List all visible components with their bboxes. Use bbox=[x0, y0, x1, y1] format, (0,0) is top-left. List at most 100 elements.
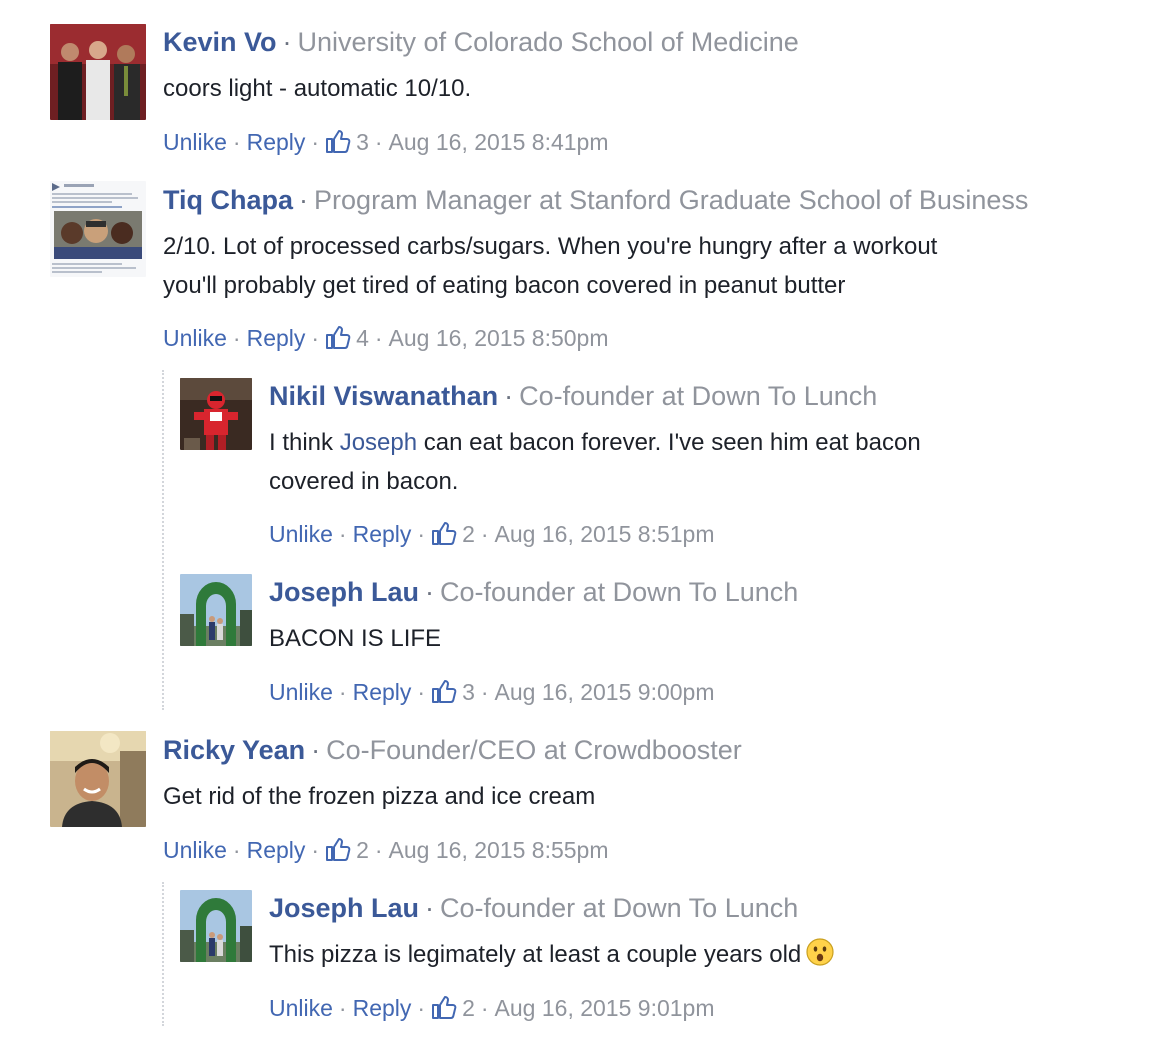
author-name[interactable]: Nikil Viswanathan bbox=[269, 381, 498, 411]
reply-actions: Unlike · Reply · 3 · Aug 16, 2015 9:00pm bbox=[269, 677, 715, 707]
separator-dot: · bbox=[232, 129, 241, 155]
comment-actions: Unlike · Reply · 4 · Aug 16, 2015 8:50pm bbox=[163, 323, 609, 353]
reply-link[interactable]: Reply bbox=[353, 995, 412, 1021]
avatar[interactable] bbox=[180, 890, 252, 962]
comment-header: Tiq Chapa · Program Manager at Stanford Gr… bbox=[163, 184, 1028, 216]
reply-text: I think Joseph can eat bacon forever. I'… bbox=[269, 423, 921, 501]
separator-dot: · bbox=[232, 325, 241, 351]
thumbs-up-icon[interactable] bbox=[325, 324, 351, 350]
avatar[interactable] bbox=[50, 731, 146, 827]
separator-dot: · bbox=[311, 325, 320, 351]
author-name[interactable]: Joseph Lau bbox=[269, 893, 419, 923]
reply-text-line: This pizza is legimately at least a coup… bbox=[269, 941, 802, 968]
comment-text-line: Get rid of the frozen pizza and ice crea… bbox=[163, 783, 596, 810]
author-title: Program Manager at Stanford Graduate Sch… bbox=[314, 185, 1029, 215]
surprised-face-emoji bbox=[806, 938, 834, 966]
author-title: Co-Founder/CEO at Crowdbooster bbox=[326, 735, 742, 765]
timestamp-link[interactable]: Aug 16, 2015 8:55pm bbox=[389, 837, 609, 863]
separator-dot: · bbox=[425, 893, 435, 923]
separator-dot: · bbox=[425, 577, 435, 607]
separator-dot: · bbox=[480, 679, 489, 705]
like-count: 3 bbox=[356, 129, 369, 155]
separator-dot: · bbox=[504, 381, 514, 411]
separator-dot: · bbox=[480, 995, 489, 1021]
separator-dot: · bbox=[299, 185, 309, 215]
comment-actions: Unlike · Reply · 3 · Aug 16, 2015 8:41pm bbox=[163, 127, 609, 157]
author-title: Co-founder at Down To Lunch bbox=[440, 893, 799, 923]
unlike-link[interactable]: Unlike bbox=[163, 837, 227, 863]
reply-text: This pizza is legimately at least a coup… bbox=[269, 935, 835, 974]
author-title: Co-founder at Down To Lunch bbox=[519, 381, 878, 411]
reply-thread-line bbox=[162, 370, 164, 710]
avatar[interactable] bbox=[50, 181, 146, 277]
timestamp-link[interactable]: Aug 16, 2015 9:00pm bbox=[495, 679, 715, 705]
separator-dot: · bbox=[282, 27, 292, 57]
reply-actions: Unlike · Reply · 2 · Aug 16, 2015 9:01pm bbox=[269, 993, 715, 1023]
reply-link[interactable]: Reply bbox=[247, 129, 306, 155]
separator-dot: · bbox=[232, 837, 241, 863]
timestamp-link[interactable]: Aug 16, 2015 9:01pm bbox=[495, 995, 715, 1021]
comment-header: Kevin Vo · University of Colorado School o… bbox=[163, 26, 799, 58]
thumbs-up-icon[interactable] bbox=[431, 678, 457, 704]
reply-header: Nikil Viswanathan · Co-founder at Down To … bbox=[269, 380, 877, 412]
reply-link[interactable]: Reply bbox=[247, 837, 306, 863]
separator-dot: · bbox=[417, 995, 426, 1021]
reply-link[interactable]: Reply bbox=[353, 521, 412, 547]
text-fragment: I think bbox=[269, 429, 340, 456]
mention-link[interactable]: Joseph bbox=[340, 429, 417, 456]
reply-link[interactable]: Reply bbox=[353, 679, 412, 705]
avatar[interactable] bbox=[180, 574, 252, 646]
author-name[interactable]: Ricky Yean bbox=[163, 735, 305, 765]
separator-dot: · bbox=[417, 521, 426, 547]
reply-header: Joseph Lau · Co-founder at Down To Lunch bbox=[269, 892, 798, 924]
unlike-link[interactable]: Unlike bbox=[269, 679, 333, 705]
like-count: 3 bbox=[462, 679, 475, 705]
comment-text: 2/10. Lot of processed carbs/sugars. Whe… bbox=[163, 227, 937, 305]
comment-text-line: you'll probably get tired of eating baco… bbox=[163, 272, 846, 299]
comment-text-line: coors light - automatic 10/10. bbox=[163, 75, 472, 102]
text-fragment: can eat bacon forever. I've seen him eat… bbox=[417, 429, 921, 456]
comment-text: Get rid of the frozen pizza and ice crea… bbox=[163, 777, 595, 816]
separator-dot: · bbox=[374, 325, 383, 351]
separator-dot: · bbox=[311, 837, 320, 863]
reply-link[interactable]: Reply bbox=[247, 325, 306, 351]
separator-dot: · bbox=[311, 129, 320, 155]
separator-dot: · bbox=[480, 521, 489, 547]
comment-text-line: 2/10. Lot of processed carbs/sugars. Whe… bbox=[163, 233, 938, 260]
thumbs-up-icon[interactable] bbox=[431, 994, 457, 1020]
separator-dot: · bbox=[374, 837, 383, 863]
avatar[interactable] bbox=[50, 24, 146, 120]
thumbs-up-icon[interactable] bbox=[431, 520, 457, 546]
timestamp-link[interactable]: Aug 16, 2015 8:41pm bbox=[389, 129, 609, 155]
author-name[interactable]: Kevin Vo bbox=[163, 27, 277, 57]
separator-dot: · bbox=[374, 129, 383, 155]
like-count: 2 bbox=[462, 521, 475, 547]
comment-text: coors light - automatic 10/10. bbox=[163, 69, 471, 108]
like-count: 2 bbox=[462, 995, 475, 1021]
author-name[interactable]: Joseph Lau bbox=[269, 577, 419, 607]
separator-dot: · bbox=[338, 995, 347, 1021]
reply-actions: Unlike · Reply · 2 · Aug 16, 2015 8:51pm bbox=[269, 519, 715, 549]
separator-dot: · bbox=[338, 679, 347, 705]
like-count: 4 bbox=[356, 325, 369, 351]
unlike-link[interactable]: Unlike bbox=[163, 129, 227, 155]
separator-dot: · bbox=[338, 521, 347, 547]
reply-header: Joseph Lau · Co-founder at Down To Lunch bbox=[269, 576, 798, 608]
author-title: Co-founder at Down To Lunch bbox=[440, 577, 799, 607]
separator-dot: · bbox=[417, 679, 426, 705]
comment-header: Ricky Yean · Co-Founder/CEO at Crowdbooste… bbox=[163, 734, 742, 766]
author-name[interactable]: Tiq Chapa bbox=[163, 185, 293, 215]
unlike-link[interactable]: Unlike bbox=[269, 521, 333, 547]
timestamp-link[interactable]: Aug 16, 2015 8:51pm bbox=[495, 521, 715, 547]
comment-thread: Kevin Vo · University of Colorado School o… bbox=[0, 0, 1164, 1040]
reply-text-line: BACON IS LIFE bbox=[269, 625, 442, 652]
avatar[interactable] bbox=[180, 378, 252, 450]
author-title: University of Colorado School of Medicin… bbox=[297, 27, 799, 57]
unlike-link[interactable]: Unlike bbox=[269, 995, 333, 1021]
thumbs-up-icon[interactable] bbox=[325, 128, 351, 154]
timestamp-link[interactable]: Aug 16, 2015 8:50pm bbox=[389, 325, 609, 351]
comment-actions: Unlike · Reply · 2 · Aug 16, 2015 8:55pm bbox=[163, 835, 609, 865]
separator-dot: · bbox=[311, 735, 321, 765]
unlike-link[interactable]: Unlike bbox=[163, 325, 227, 351]
thumbs-up-icon[interactable] bbox=[325, 836, 351, 862]
